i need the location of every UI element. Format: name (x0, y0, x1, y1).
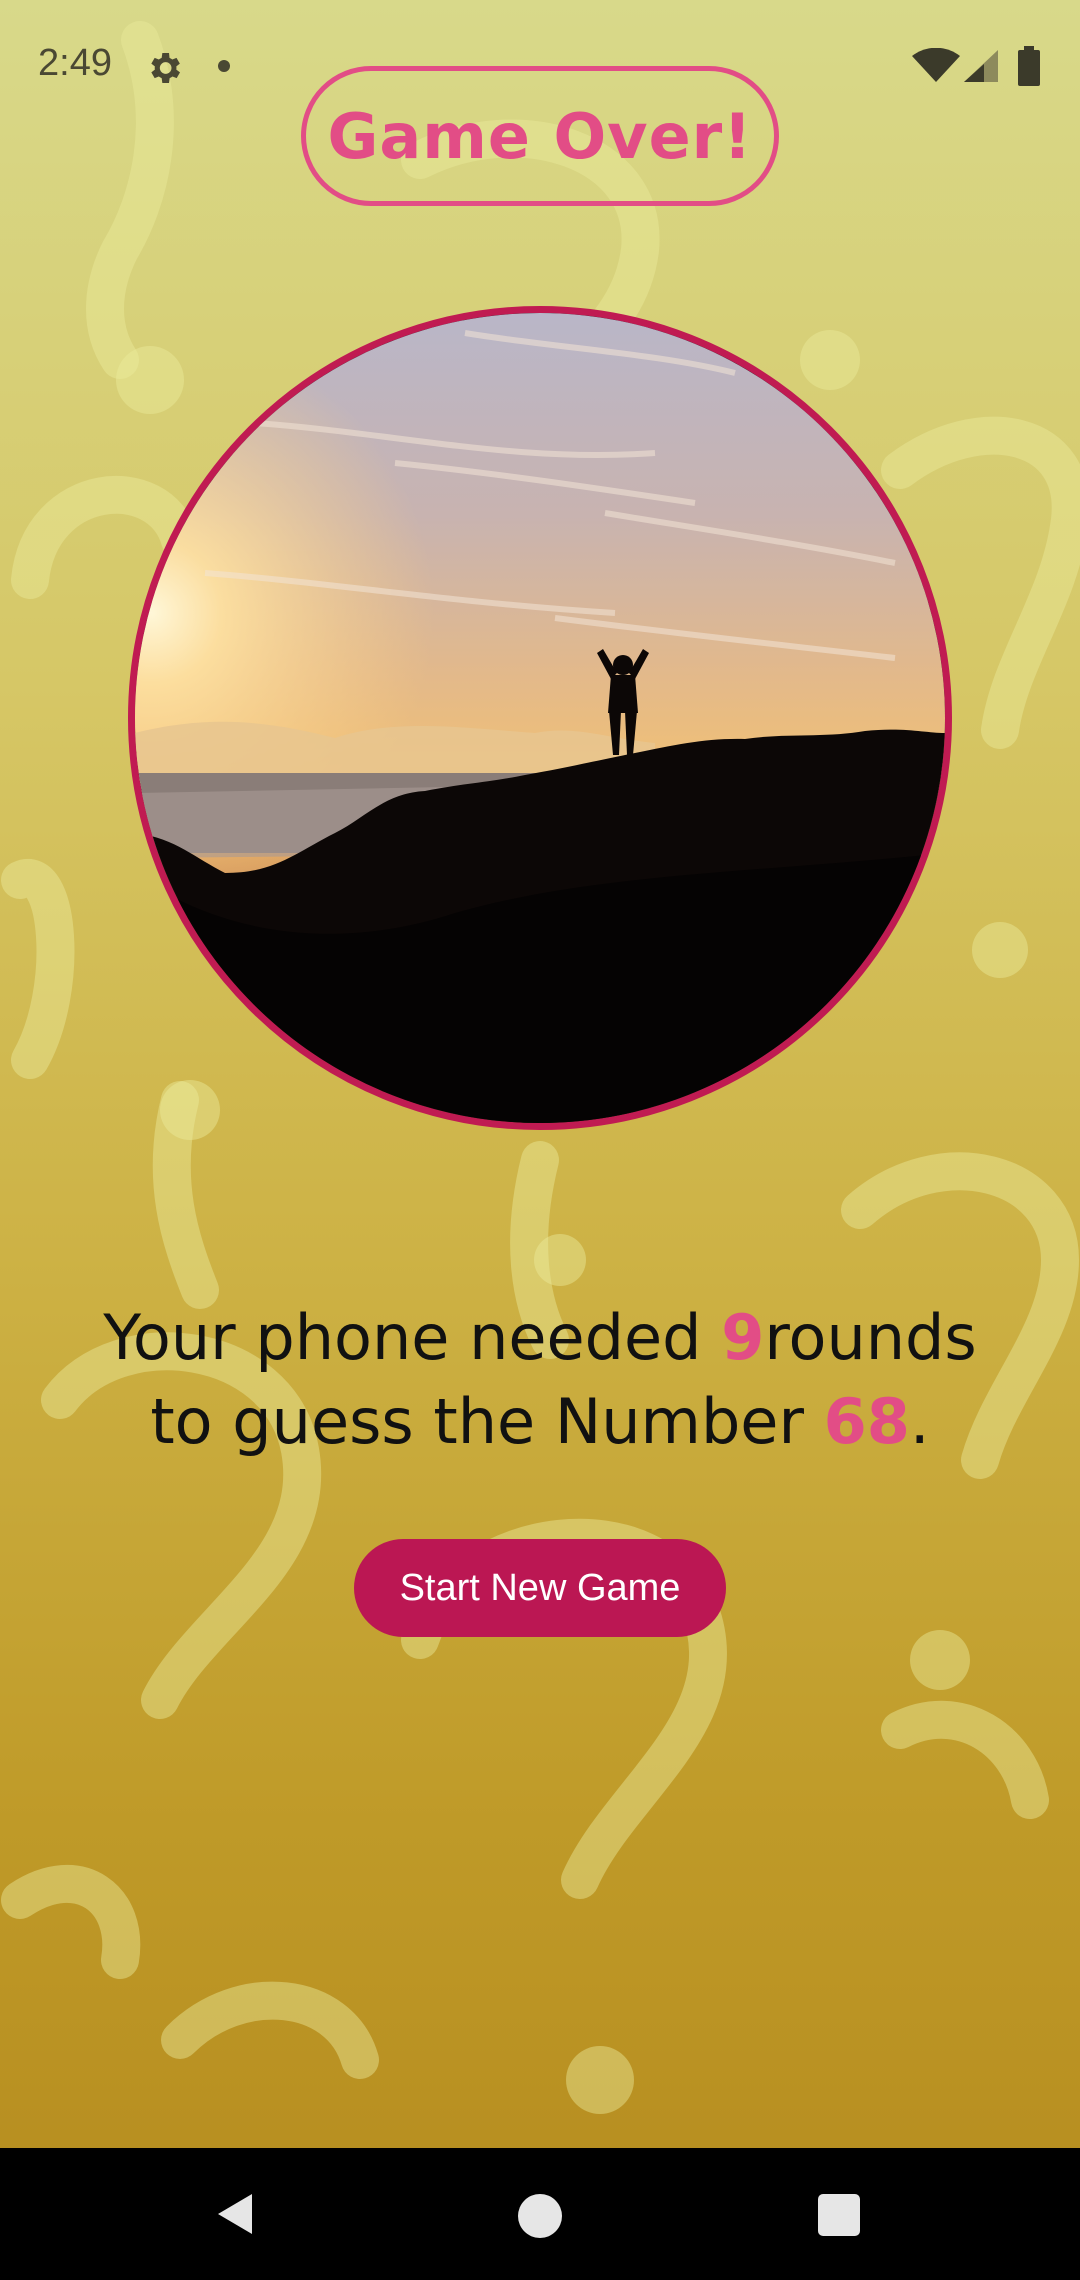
recents-icon[interactable] (818, 2194, 860, 2236)
wifi-icon (912, 48, 960, 82)
page-title: Game Over! (327, 99, 753, 173)
home-icon[interactable] (518, 2194, 562, 2238)
summary-line2-prefix: to guess the Number (150, 1385, 824, 1458)
game-summary-text: Your phone needed 9rounds to guess the N… (30, 1296, 1050, 1464)
game-over-title-box: Game Over! (301, 66, 779, 206)
battery-icon (1018, 46, 1040, 86)
success-image (128, 306, 952, 1130)
summary-line2-suffix: . (909, 1385, 930, 1458)
guessed-number: 68 (823, 1385, 910, 1458)
gear-icon (151, 53, 180, 83)
back-icon[interactable] (212, 2190, 260, 2238)
status-time: 2:49 (38, 42, 112, 84)
notification-dot-icon (218, 60, 230, 72)
summary-line1-suffix: rounds (764, 1301, 977, 1374)
rounds-count: 9 (721, 1301, 765, 1374)
signal-icon (964, 50, 998, 82)
summary-line1-prefix: Your phone needed (103, 1301, 722, 1374)
summit-sunset-photo (135, 313, 945, 1123)
start-new-game-button[interactable]: Start New Game (354, 1539, 726, 1637)
